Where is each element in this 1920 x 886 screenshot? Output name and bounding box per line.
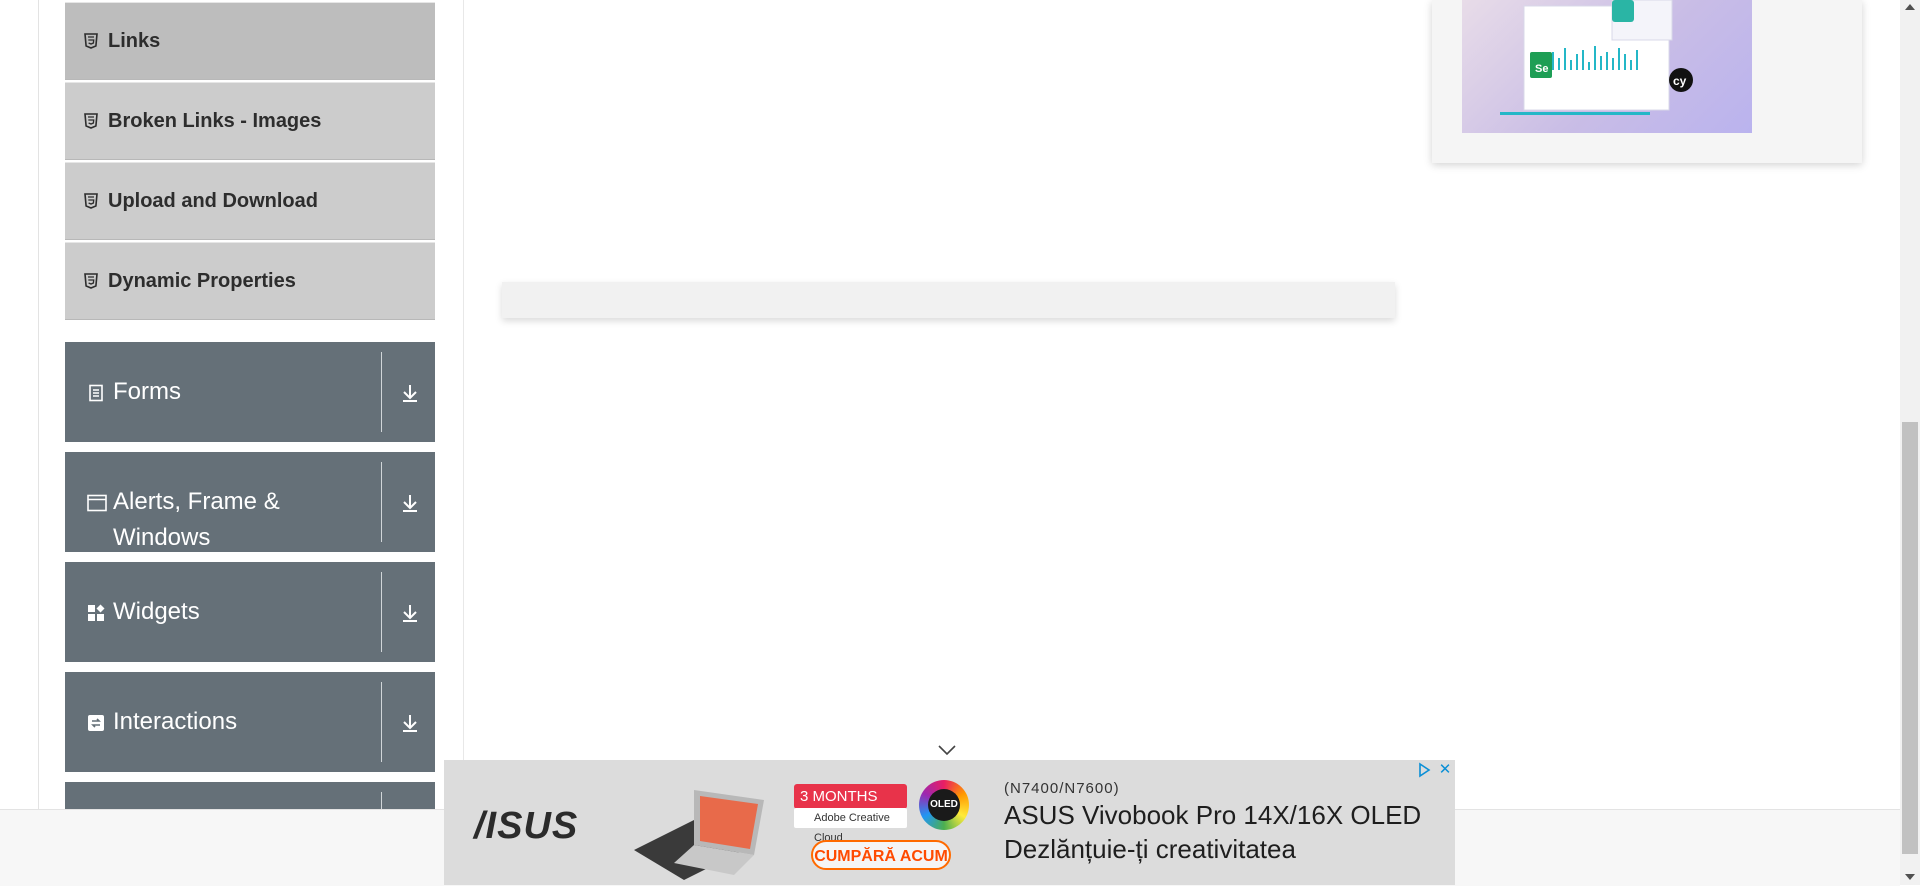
svg-text:cy: cy: [1673, 74, 1687, 88]
sidebar-group-widgets[interactable]: Widgets: [65, 562, 435, 662]
adobe-badge: Adobe Creative Cloud: [794, 808, 907, 844]
buy-now-button[interactable]: CUMPĂRĂ ACUM: [811, 840, 951, 870]
group-label: Forms: [113, 378, 181, 405]
page-scrollbar[interactable]: [1900, 0, 1920, 885]
sidebar-item-upload-download[interactable]: Upload and Download: [65, 162, 435, 240]
group-divider: [381, 352, 382, 432]
sidebar-item-label: Dynamic Properties: [108, 269, 296, 292]
page-left-border: [38, 0, 39, 809]
chevron-down-icon[interactable]: [937, 743, 957, 757]
sidebar-item-label: Upload and Download: [108, 189, 318, 212]
group-divider: [381, 792, 382, 809]
promo-card-image[interactable]: Se cy: [1432, 0, 1862, 163]
scroll-up-arrow-icon[interactable]: [1905, 4, 1915, 10]
sidebar-group-interactions[interactable]: Interactions: [65, 672, 435, 772]
scroll-down-arrow-icon[interactable]: [1905, 874, 1915, 880]
interactions-icon: [87, 714, 105, 732]
window-icon: [87, 494, 107, 512]
group-divider: [381, 572, 382, 652]
oled-badge: OLED: [928, 789, 960, 821]
group-divider: [381, 682, 382, 762]
download-arrow-icon[interactable]: [399, 382, 421, 404]
html5-icon: [83, 273, 99, 289]
sidebar-group-forms[interactable]: Forms: [65, 342, 435, 442]
html5-icon: [83, 33, 99, 49]
document-icon: [87, 384, 105, 402]
svg-text:Se: Se: [1535, 63, 1548, 75]
adchoices-icon[interactable]: [1416, 762, 1432, 778]
group-label: Alerts, Frame & Windows: [113, 488, 280, 551]
download-arrow-icon[interactable]: [399, 602, 421, 624]
ad-banner[interactable]: /ISUS 3 MONTHS FREE Adobe Creative Cloud…: [444, 760, 1455, 885]
promo-months-badge: 3 MONTHS FREE: [794, 784, 907, 830]
asus-logo: /ISUS: [474, 805, 579, 847]
dashboard-illustration: Se cy: [1462, 0, 1752, 133]
download-arrow-icon[interactable]: [399, 712, 421, 734]
ad-tagline: Dezlănțuie-ți creativitatea: [1004, 834, 1296, 864]
ad-models: (N7400/N7600): [1004, 780, 1120, 797]
scrollbar-thumb[interactable]: [1902, 422, 1918, 854]
download-arrow-icon[interactable]: [399, 492, 421, 514]
ad-title: ASUS Vivobook Pro 14X/16X OLED: [1004, 800, 1422, 830]
html5-icon: [83, 113, 99, 129]
html5-icon: [83, 193, 99, 209]
sidebar-item-broken-links[interactable]: Broken Links - Images: [65, 82, 435, 160]
sidebar-group-next[interactable]: [65, 782, 435, 809]
close-icon[interactable]: ✕: [1437, 762, 1453, 778]
decorative-banner-strip: [502, 282, 1395, 318]
group-divider: [381, 462, 382, 542]
sidebar-item-label: Links: [108, 29, 161, 52]
laptop-image: [614, 770, 784, 882]
group-label: Interactions: [113, 708, 238, 735]
sidebar-item-label: Broken Links - Images: [108, 109, 322, 132]
widgets-icon: [87, 604, 105, 622]
group-label: Widgets: [113, 598, 200, 625]
sidebar-item-links[interactable]: Links: [65, 2, 435, 80]
content-divider: [463, 0, 464, 809]
sidebar-item-dynamic-properties[interactable]: Dynamic Properties: [65, 242, 435, 320]
sidebar-group-alerts[interactable]: Alerts, Frame & Windows: [65, 452, 435, 552]
